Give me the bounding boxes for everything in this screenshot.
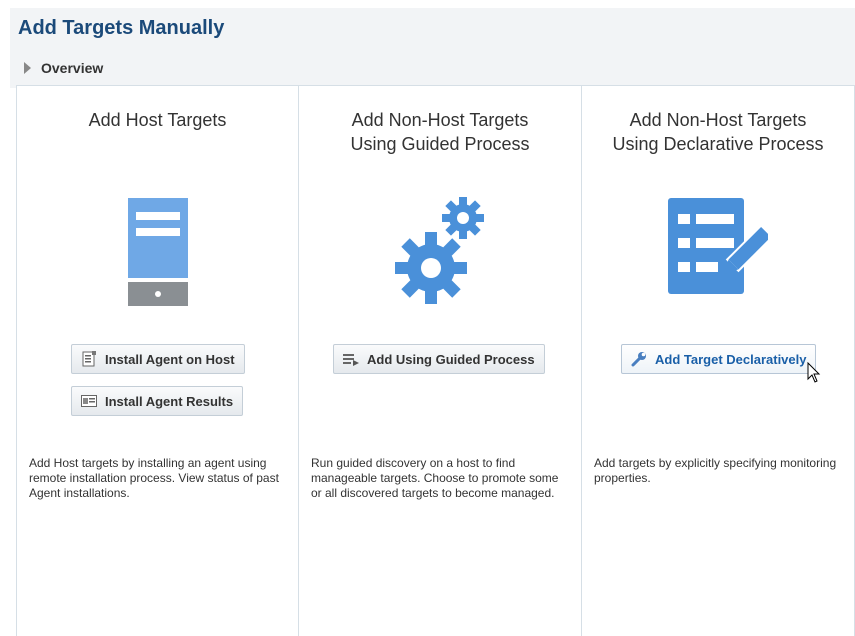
panel-title: Add Host Targets: [88, 110, 227, 130]
panel-guided-process: Add Non-Host Targets Using Guided Proces…: [298, 86, 582, 636]
add-using-guided-process-button[interactable]: Add Using Guided Process: [333, 344, 545, 374]
page-title: Add Targets Manually: [18, 17, 225, 39]
mouse-cursor-icon: [807, 361, 821, 389]
install-agent-results-button[interactable]: Install Agent Results: [71, 386, 244, 416]
overview-label: Overview: [41, 60, 104, 76]
gears-icon: [299, 196, 581, 306]
panel-add-host-targets: Add Host Targets Install Agent on Host I…: [16, 86, 299, 636]
form-edit-icon: [582, 198, 854, 308]
install-agent-on-host-label: Install Agent on Host: [105, 351, 235, 367]
overview-toggle[interactable]: Overview: [24, 58, 103, 78]
add-target-declaratively-label: Add Target Declaratively: [655, 351, 807, 367]
add-using-guided-process-label: Add Using Guided Process: [367, 351, 535, 367]
panel-title: Add Non-Host Targets Using Guided Proces…: [350, 110, 530, 154]
panel-title: Add Non-Host Targets Using Declarative P…: [612, 110, 824, 154]
results-icon: [81, 393, 97, 409]
add-target-declaratively-button[interactable]: Add Target Declaratively: [621, 344, 817, 374]
wrench-icon: [631, 351, 647, 367]
panel-description: Run guided discovery on a host to find m…: [311, 456, 559, 500]
expand-triangle-icon[interactable]: [24, 62, 31, 74]
page-header: Add Targets Manually Overview: [10, 8, 855, 88]
install-agent-results-label: Install Agent Results: [105, 393, 234, 409]
panel-description: Add Host targets by installing an agent …: [29, 456, 279, 500]
install-agent-on-host-button[interactable]: Install Agent on Host: [71, 344, 245, 374]
panels-container: Add Host Targets Install Agent on Host I…: [16, 85, 855, 636]
install-agent-icon: [81, 351, 97, 367]
server-icon: [17, 198, 298, 308]
panel-declarative-process: Add Non-Host Targets Using Declarative P…: [581, 86, 855, 636]
guided-process-icon: [343, 351, 359, 367]
panel-description: Add targets by explicitly specifying mon…: [594, 456, 837, 485]
